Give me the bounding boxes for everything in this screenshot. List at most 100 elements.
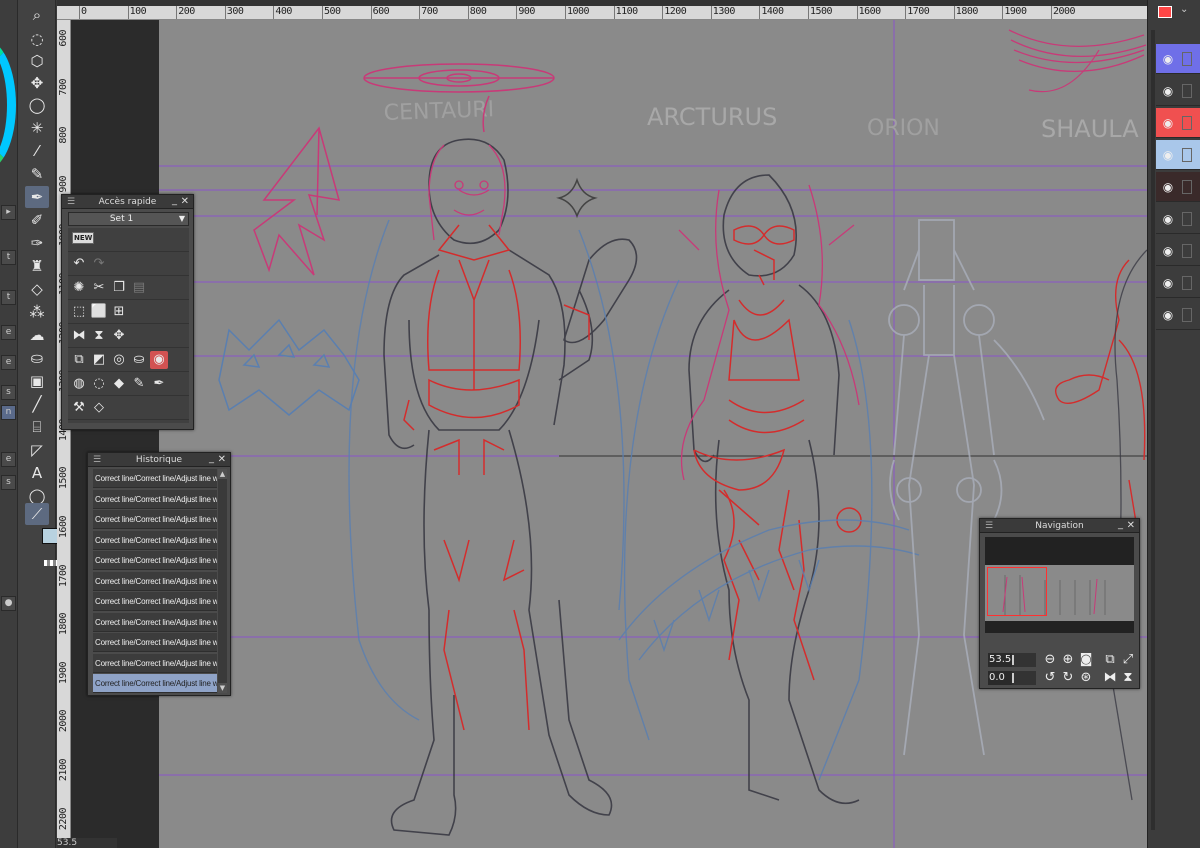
copy-icon[interactable]: ❐ [110,279,128,297]
zoom-in-icon[interactable]: ⊕ [1060,652,1076,668]
free-transform-icon[interactable]: ⬜ [90,303,108,321]
layer-row[interactable]: ◉ [1156,172,1200,202]
panel-toggle-button[interactable]: s [1,475,16,490]
blend-tool-icon[interactable]: ⁂ [25,301,49,323]
marker-icon[interactable]: ✎ [130,375,148,393]
fit-icon[interactable]: ◙ [1078,652,1094,668]
decoration-tool-icon[interactable]: ♜ [25,255,49,277]
zoom-slider[interactable] [1012,653,1036,667]
frame-tool-icon[interactable]: ⌸ [25,416,49,438]
history-item[interactable]: Correct line/Correct line/Adjust line w [93,592,217,611]
eraser-icon[interactable]: ◇ [90,399,108,417]
panel-toggle-button[interactable]: e [1,355,16,370]
history-item[interactable]: Correct line/Correct line/Adjust line w [93,469,217,488]
layer-row[interactable]: ◉ [1156,108,1200,138]
panel-toggle-button[interactable]: e [1,452,16,467]
text-tool-icon[interactable]: A [25,462,49,484]
correct-line-tool-icon[interactable]: ⟋ [25,503,49,525]
flip-vertical-icon[interactable]: ⧗ [90,327,108,345]
lasso-tool-icon[interactable]: ◯ [25,94,49,116]
layer-scrollbar[interactable] [1151,30,1155,830]
minimize-icon[interactable]: _ [1118,519,1123,531]
brush-tool-icon[interactable]: ✐ [25,209,49,231]
color-circle-button[interactable]: ● [1,596,16,611]
history-item[interactable]: Correct line/Correct line/Adjust line w [93,653,217,673]
scroll-down-icon[interactable]: ▼ [218,683,227,693]
gradient-tool-icon[interactable]: ▣ [25,370,49,392]
rotate-right-icon[interactable]: ↻ [1060,670,1076,686]
layer-lock-checkbox[interactable] [1182,180,1192,194]
history-item[interactable]: Correct line/Correct line/Adjust line w [93,530,217,550]
close-icon[interactable]: ✕ [1127,519,1135,533]
fill-icon[interactable]: ⛀ [130,351,148,369]
layer-lock-checkbox[interactable] [1182,116,1192,130]
color-wheel[interactable] [0,40,16,170]
actual-size-icon[interactable]: ⤢ [1120,652,1136,668]
fill-selection-icon[interactable]: ◩ [90,351,108,369]
set-dropdown[interactable]: Set 1 ▼ [68,212,189,226]
history-item[interactable]: Correct line/Correct line/Adjust line w [93,551,217,570]
pencil-tool-icon[interactable]: ✒ [25,186,49,208]
ruler-tool-icon[interactable]: ◸ [25,439,49,461]
scale-icon[interactable]: ⬚ [70,303,88,321]
layer-lock-checkbox[interactable] [1182,212,1192,226]
history-scrollbar[interactable]: ▲ ▼ [218,469,227,693]
main-color-chip[interactable] [42,528,58,544]
cut-icon[interactable]: ✂ [90,279,108,297]
fit-window-icon[interactable]: ⧉ [1102,652,1118,668]
history-item[interactable]: Correct line/Correct line/Adjust line w [93,674,217,693]
minimize-icon[interactable]: _ [209,453,214,465]
layer-lock-checkbox[interactable] [1182,276,1192,290]
eye-icon[interactable]: ◉ [1160,276,1176,290]
zoom-tool-icon[interactable]: ⌕ [25,4,49,26]
layer-lock-checkbox[interactable] [1182,148,1192,162]
flip-horizontal-icon[interactable]: ⧓ [1102,670,1118,686]
panel-toggle-button[interactable]: t [1,250,16,265]
panel-toggle-button[interactable]: t [1,290,16,305]
layer-row[interactable]: ◉ [1156,204,1200,234]
magic-wand-tool-icon[interactable]: ✳ [25,117,49,139]
history-item[interactable]: Correct line/Correct line/Adjust line w [93,612,217,632]
pen-icon[interactable]: ✒ [150,375,168,393]
eye-icon[interactable]: ◉ [1160,180,1176,194]
panel-header[interactable]: ☰ Historique _ ✕ [88,453,230,467]
layer-lock-checkbox[interactable] [1182,244,1192,258]
eye-icon[interactable]: ◉ [1160,84,1176,98]
navigator-preview[interactable] [985,537,1134,633]
history-item[interactable]: Correct line/Correct line/Adjust line w [93,633,217,652]
layer-row[interactable]: ◉ [1156,236,1200,266]
eye-icon[interactable]: ◉ [1160,148,1176,162]
eyedropper-tool-icon[interactable]: ⁄ [25,140,49,162]
object-tool-icon[interactable]: ⬡ [25,50,49,72]
layer-lock-checkbox[interactable] [1182,84,1192,98]
layer-row[interactable]: ◉ [1156,76,1200,106]
highlight-tool-icon[interactable]: ◉ [150,351,168,369]
ink-brush-icon[interactable]: ◆ [110,375,128,393]
loading-icon[interactable]: ✺ [70,279,88,297]
pen-tool-icon[interactable]: ✎ [25,163,49,185]
eye-icon[interactable]: ◉ [1160,308,1176,322]
layer-lock-checkbox[interactable] [1182,52,1192,66]
eye-icon[interactable]: ◉ [1160,116,1176,130]
layer-row[interactable]: ◉ [1156,268,1200,298]
new-badge[interactable]: NEW [72,232,95,244]
flip-horizontal-icon[interactable]: ⧓ [70,327,88,345]
eye-icon[interactable]: ◉ [1160,244,1176,258]
brush-b-icon[interactable]: ◌ [90,375,108,393]
rotation-slider[interactable] [1012,671,1036,685]
layer-lock-checkbox[interactable] [1182,308,1192,322]
panel-toggle-button[interactable]: e [1,325,16,340]
zoom-value[interactable]: 53.5 [988,653,1012,667]
wrench-icon[interactable]: ⚒ [70,399,88,417]
layer-row[interactable]: ◉ [1156,140,1200,170]
current-color-swatch[interactable] [1158,6,1172,18]
rotation-value[interactable]: 0.0 [988,671,1012,685]
panel-header[interactable]: ☰ Accès rapide _ ✕ [62,195,193,209]
select-layer-icon[interactable]: ⧉ [70,351,88,369]
layer-row[interactable]: ◉ [1156,300,1200,330]
history-item[interactable]: Correct line/Correct line/Adjust line w [93,571,217,591]
brush-a-icon[interactable]: ◍ [70,375,88,393]
lasso-fill-icon[interactable]: ◎ [110,351,128,369]
drawing-canvas[interactable]: CENTAURI ARCTURUS ORION SHAULA [159,20,1147,848]
reset-rotation-icon[interactable]: ⊛ [1078,670,1094,686]
